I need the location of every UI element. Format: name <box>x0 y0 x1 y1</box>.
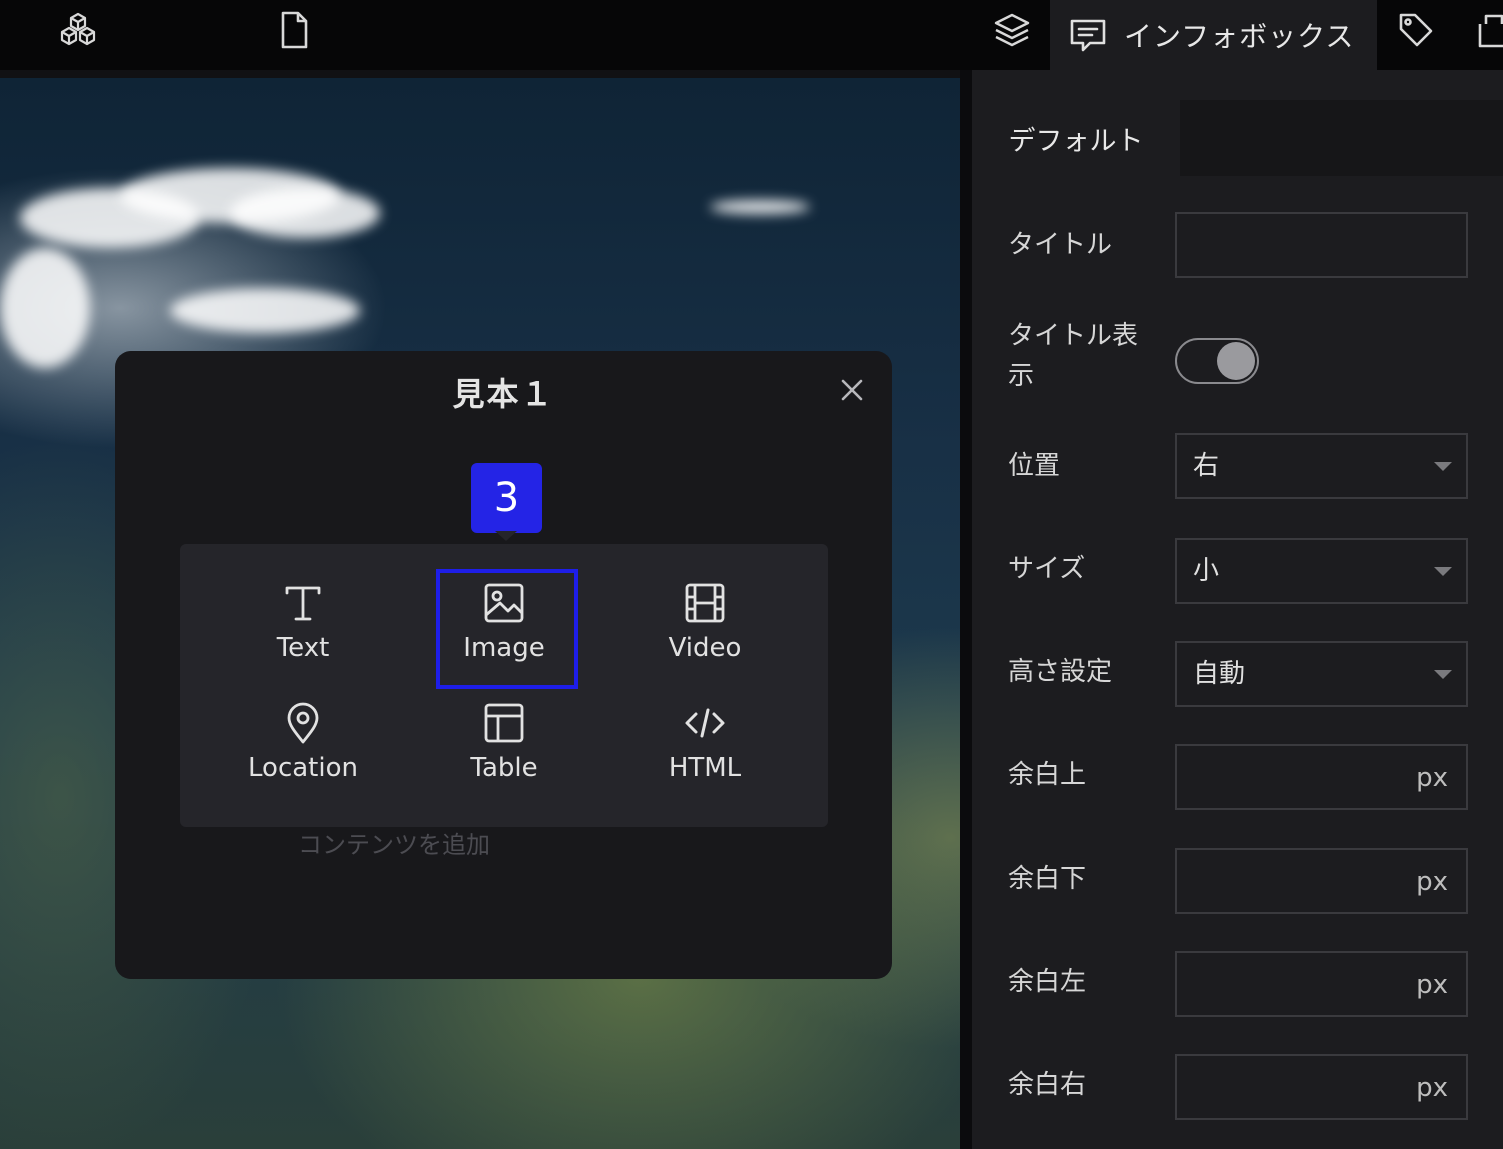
map-cloud <box>230 188 380 238</box>
file-icon[interactable] <box>272 8 316 52</box>
margin-bottom-label: 余白下 <box>1008 864 1087 894</box>
tab-default[interactable]: デフォルト <box>972 100 1180 176</box>
title-label: タイトル <box>1008 230 1113 260</box>
menu-item-location[interactable]: Location <box>203 689 403 799</box>
video-icon <box>685 583 725 623</box>
cube-cluster-icon[interactable] <box>56 8 100 52</box>
map-cloud <box>710 200 810 214</box>
image-option-highlight <box>436 569 578 689</box>
margin-left-unit: px <box>1416 970 1448 1000</box>
map-cloud <box>170 288 360 333</box>
title-display-label-line1: タイトル表 <box>1008 321 1139 351</box>
export-icon[interactable] <box>1470 8 1503 52</box>
margin-top-unit: px <box>1416 763 1448 793</box>
map-cloud <box>0 248 90 368</box>
text-icon <box>285 586 321 621</box>
size-select[interactable]: 小 <box>1175 538 1468 604</box>
title-display-toggle[interactable] <box>1175 338 1259 384</box>
add-content-placeholder[interactable]: コンテンツを追加 <box>298 825 490 860</box>
location-pin-icon <box>287 702 319 744</box>
toggle-knob <box>1217 342 1255 380</box>
tag-icon[interactable] <box>1394 8 1438 52</box>
close-icon <box>841 379 863 401</box>
title-display-label: タイトル表 示 <box>1008 316 1138 396</box>
table-icon <box>484 703 524 743</box>
chevron-down-icon <box>1434 567 1452 576</box>
menu-item-html[interactable]: HTML <box>605 689 805 799</box>
margin-left-label: 余白左 <box>1008 967 1087 997</box>
menu-item-location-label: Location <box>248 753 358 783</box>
position-select-value: 右 <box>1193 451 1220 481</box>
margin-top-label: 余白上 <box>1008 760 1087 790</box>
position-label: 位置 <box>1008 451 1061 481</box>
size-select-value: 小 <box>1193 556 1220 586</box>
position-select[interactable]: 右 <box>1175 433 1468 499</box>
height-select-value: 自動 <box>1193 659 1246 689</box>
margin-top-input[interactable]: px <box>1175 744 1468 810</box>
title-display-label-line2: 示 <box>1008 361 1035 391</box>
close-button[interactable] <box>837 375 867 405</box>
step-badge: 3 <box>471 463 542 533</box>
panel-divider[interactable] <box>960 70 972 1149</box>
height-select[interactable]: 自動 <box>1175 641 1468 707</box>
margin-right-label: 余白右 <box>1008 1070 1087 1100</box>
infobox-modal: 見本１ 3 Text Image Video Location Table HT… <box>115 351 892 979</box>
height-label: 高さ設定 <box>1008 657 1113 687</box>
menu-pointer <box>495 531 517 541</box>
menu-item-table[interactable]: Table <box>404 689 604 799</box>
menu-item-text-label: Text <box>276 633 330 663</box>
infobox-icon <box>1070 19 1106 52</box>
chevron-down-icon <box>1434 670 1452 679</box>
menu-item-table-label: Table <box>470 753 538 783</box>
menu-item-text[interactable]: Text <box>203 569 403 679</box>
margin-left-input[interactable]: px <box>1175 951 1468 1017</box>
layers-icon[interactable] <box>990 8 1034 52</box>
panel-tabs: デフォルト <box>972 100 1503 176</box>
menu-item-html-label: HTML <box>668 753 742 783</box>
tab-infobox[interactable]: インフォボックス <box>1050 0 1377 70</box>
chevron-down-icon <box>1434 462 1452 471</box>
size-label: サイズ <box>1008 554 1086 584</box>
modal-title: 見本１ <box>452 375 555 413</box>
code-icon <box>685 708 725 738</box>
tab-infobox-label: インフォボックス <box>1124 20 1355 53</box>
title-input[interactable] <box>1175 212 1468 278</box>
margin-bottom-unit: px <box>1416 867 1448 897</box>
menu-item-video-label: Video <box>668 633 742 663</box>
margin-right-input[interactable]: px <box>1175 1054 1468 1120</box>
properties-panel: デフォルト タイトル タイトル表 示 位置 右 サイズ 小 高さ設定 自動 余白… <box>972 70 1503 1149</box>
margin-right-unit: px <box>1416 1073 1448 1103</box>
margin-bottom-input[interactable]: px <box>1175 848 1468 914</box>
top-toolbar: インフォボックス <box>0 0 1503 70</box>
menu-item-video[interactable]: Video <box>605 569 805 679</box>
